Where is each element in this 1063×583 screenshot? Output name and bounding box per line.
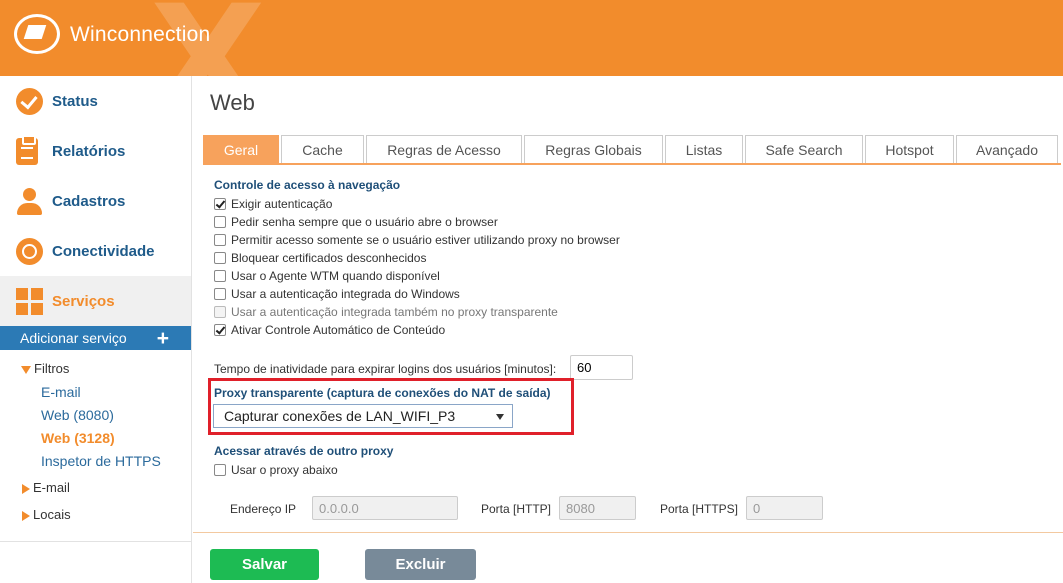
option-require-auth[interactable]: Exigir autenticação — [214, 195, 332, 213]
caret-down-icon — [21, 365, 31, 374]
tab-safe-search[interactable]: Safe Search — [745, 135, 863, 163]
option-label: Bloquear certificados desconhecidos — [231, 251, 427, 265]
tab-bar: Geral Cache Regras de Acesso Regras Glob… — [203, 135, 1060, 163]
option-auto-content-control[interactable]: Ativar Controle Automático de Conteúdo — [214, 321, 445, 339]
tab-hotspot[interactable]: Hotspot — [865, 135, 954, 163]
option-label: Usar a autenticação integrada do Windows — [231, 287, 460, 301]
tab-listas[interactable]: Listas — [665, 135, 743, 163]
save-button[interactable]: Salvar — [210, 549, 319, 580]
option-label: Ativar Controle Automático de Conteúdo — [231, 323, 446, 337]
chevron-down-icon — [496, 414, 504, 420]
ip-address-label: Endereço IP — [230, 502, 297, 516]
tab-geral[interactable]: Geral — [203, 135, 279, 163]
timeout-input[interactable] — [570, 355, 633, 380]
caret-right-icon — [22, 483, 30, 494]
sidebar-item-label: Cadastros — [52, 192, 126, 210]
tree-node-locais[interactable]: Locais — [0, 503, 191, 527]
checkbox[interactable] — [214, 198, 226, 210]
sidebar-item-status[interactable]: Status — [0, 76, 191, 126]
option-proxy-only[interactable]: Permitir acesso somente se o usuário est… — [214, 231, 620, 249]
option-wtm-agent[interactable]: Usar o Agente WTM quando disponível — [214, 267, 440, 285]
timeout-label: Tempo de inatividade para expirar logins… — [214, 362, 557, 376]
option-use-proxy[interactable]: Usar o proxy abaixo — [214, 461, 338, 479]
add-service-button[interactable]: Adicionar serviço + — [0, 326, 191, 350]
ip-address-field[interactable] — [312, 496, 458, 520]
access-control-title: Controle de acesso à navegação — [214, 178, 401, 192]
tab-avancado[interactable]: Avançado — [956, 135, 1058, 163]
option-label: Usar a autenticação integrada também no … — [231, 305, 558, 319]
grid-icon — [16, 287, 43, 315]
sidebar-item-cadastros[interactable]: Cadastros — [0, 176, 191, 226]
brand-name: Winconnection — [70, 23, 211, 46]
option-windows-auth[interactable]: Usar a autenticação integrada do Windows — [214, 285, 460, 303]
transparent-proxy-title: Proxy transparente (captura de conexões … — [214, 386, 551, 400]
sidebar-item-label: Conectividade — [52, 242, 155, 260]
checkbox[interactable] — [214, 288, 226, 300]
checkbox[interactable] — [214, 234, 226, 246]
option-block-unknown-certs[interactable]: Bloquear certificados desconhecidos — [214, 249, 426, 267]
checkbox[interactable] — [214, 464, 226, 476]
tree-leaf-email[interactable]: E-mail — [0, 381, 191, 404]
app-header: X Winconnection — [0, 0, 1063, 76]
add-service-label: Adicionar serviço — [20, 330, 127, 346]
tree-node-label: Locais — [33, 507, 71, 522]
http-port-label: Porta [HTTP] — [481, 502, 552, 516]
sidebar-item-label: Status — [52, 92, 98, 110]
option-label: Exigir autenticação — [231, 197, 333, 211]
plus-icon: + — [156, 326, 169, 350]
checkbox[interactable] — [214, 252, 226, 264]
sidebar-item-servicos[interactable]: Serviços — [0, 276, 191, 326]
tree-node-email[interactable]: E-mail — [0, 476, 191, 500]
https-port-field[interactable] — [746, 496, 823, 520]
http-port-field[interactable] — [559, 496, 636, 520]
sidebar-divider — [0, 541, 192, 542]
option-ask-password[interactable]: Pedir senha sempre que o usuário abre o … — [214, 213, 498, 231]
tree-node-label: Filtros — [34, 361, 70, 376]
checkbox[interactable] — [214, 324, 226, 336]
sidebar-item-label: Serviços — [52, 292, 115, 310]
checkbox[interactable] — [214, 270, 226, 282]
delete-button[interactable]: Excluir — [365, 549, 476, 580]
main-content: Web Geral Cache Regras de Acesso Regras … — [193, 76, 1063, 583]
checkbox — [214, 306, 226, 318]
option-label: Pedir senha sempre que o usuário abre o … — [231, 215, 498, 229]
tab-underline — [203, 163, 1061, 165]
tree-node-label: E-mail — [33, 480, 70, 495]
tab-regras-globais[interactable]: Regras Globais — [524, 135, 663, 163]
tree-node-filtros[interactable]: Filtros — [0, 357, 191, 381]
select-value: Capturar conexões de LAN_WIFI_P3 — [224, 408, 456, 424]
tree-leaf-https-inspector[interactable]: Inspetor de HTTPS — [0, 450, 191, 473]
tab-cache[interactable]: Cache — [281, 135, 364, 163]
tab-regras-de-acesso[interactable]: Regras de Acesso — [366, 135, 522, 163]
other-proxy-title: Acessar através de outro proxy — [214, 444, 394, 458]
https-port-label: Porta [HTTPS] — [660, 502, 739, 516]
clipboard-icon — [16, 134, 38, 165]
user-icon — [16, 187, 43, 215]
option-label: Permitir acesso somente se o usuário est… — [231, 233, 620, 247]
option-label: Usar o proxy abaixo — [231, 463, 338, 477]
sidebar-item-label: Relatórios — [52, 142, 126, 160]
globe-icon — [16, 237, 43, 265]
tree-leaf-web-8080[interactable]: Web (8080) — [0, 404, 191, 427]
sidebar: Status Relatórios Cadastros Conectividad… — [0, 76, 192, 583]
footer-divider — [193, 532, 1063, 533]
page-title: Web — [210, 90, 255, 115]
checkbox[interactable] — [214, 216, 226, 228]
service-tree: Filtros E-mail Web (8080) Web (3128) Ins… — [0, 350, 191, 527]
caret-right-icon — [22, 510, 30, 521]
option-windows-auth-transparent: Usar a autenticação integrada também no … — [214, 303, 558, 321]
option-label: Usar o Agente WTM quando disponível — [231, 269, 440, 283]
tree-leaf-web-3128[interactable]: Web (3128) — [0, 427, 191, 450]
sidebar-item-relatorios[interactable]: Relatórios — [0, 126, 191, 176]
transparent-proxy-select[interactable]: Capturar conexões de LAN_WIFI_P3 — [213, 404, 513, 428]
check-circle-icon — [16, 87, 43, 115]
sidebar-item-conectividade[interactable]: Conectividade — [0, 226, 191, 276]
winconnection-logo-icon — [14, 14, 60, 54]
